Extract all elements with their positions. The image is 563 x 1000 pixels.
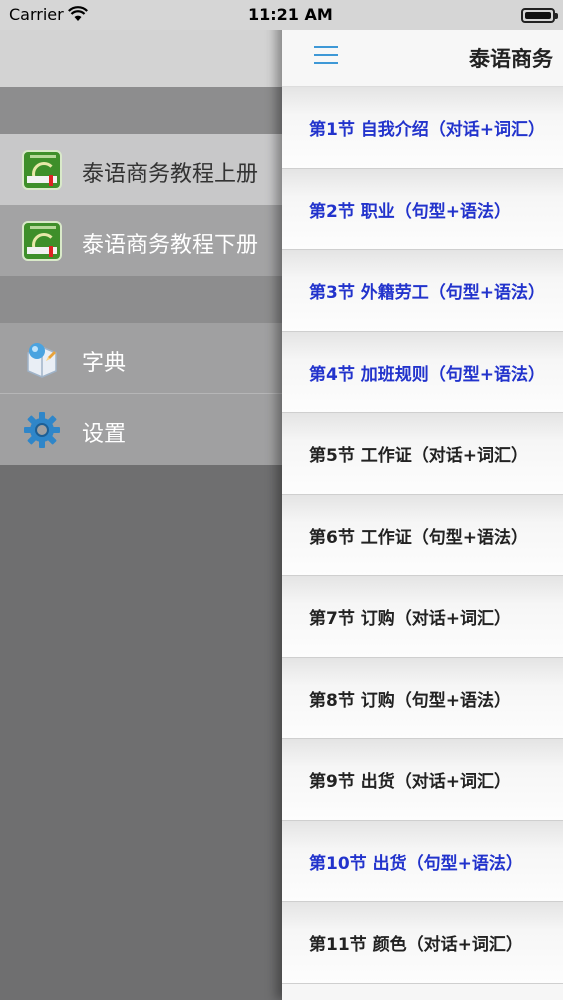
side-item-book-volume-2[interactable]: 泰语商务教程下册 xyxy=(0,205,300,276)
lesson-row[interactable]: 第11节 颜色（对话+词汇） xyxy=(282,902,563,984)
lesson-title: 第4节 加班规则（句型+语法） xyxy=(309,364,545,385)
side-item-settings[interactable]: 设置 xyxy=(0,394,300,465)
lesson-row[interactable]: 第1节 自我介绍（对话+词汇） xyxy=(282,87,563,169)
lesson-row[interactable]: 第4节 加班规则（句型+语法） xyxy=(282,331,563,413)
clock: 11:21 AM xyxy=(248,5,333,24)
nav-bar: 泰语商务 xyxy=(282,30,563,87)
carrier-label: Carrier xyxy=(9,5,64,24)
lesson-title: 第2节 职业（句型+语法） xyxy=(309,201,511,222)
lesson-row[interactable]: 第9节 出货（对话+词汇） xyxy=(282,739,563,821)
lesson-title: 第11节 颜色（对话+词汇） xyxy=(309,935,523,955)
side-menu: 泰语商务教程上册 泰语商务教程下册 字典 设置 xyxy=(0,0,300,1000)
lesson-row[interactable]: 第6节 工作证（句型+语法） xyxy=(282,494,563,576)
lesson-title: 第9节 出货（对话+词汇） xyxy=(309,772,511,792)
dictionary-icon xyxy=(27,343,57,378)
lesson-title: 第3节 外籍劳工（句型+语法） xyxy=(309,283,545,303)
main-panel: 泰语商务 第1节 自我介绍（对话+词汇） 第2节 职业（句型+语法） 第3节 外籍劳… xyxy=(282,0,563,1000)
side-item-label: 泰语商务教程下册 xyxy=(82,233,259,258)
lesson-title: 第1节 自我介绍（对话+词汇） xyxy=(309,120,545,140)
lesson-title: 第7节 订购（对话+词汇） xyxy=(309,609,511,629)
menu-icon[interactable] xyxy=(314,46,338,66)
nav-title: 泰语商务 xyxy=(469,47,553,71)
screen: 泰语商务教程上册 泰语商务教程下册 字典 设置 泰语商务 第1节 自我介绍（对话… xyxy=(0,0,563,1000)
side-menu-spacer xyxy=(0,87,300,134)
side-item-book-volume-1[interactable]: 泰语商务教程上册 xyxy=(0,134,300,205)
lesson-row[interactable]: 第5节 工作证（对话+词汇） xyxy=(282,413,563,495)
lesson-title: 第10节 出货（句型+语法） xyxy=(309,853,523,874)
lesson-row[interactable]: 第10节 出货（句型+语法） xyxy=(282,820,563,902)
side-item-label: 设置 xyxy=(82,422,127,447)
lesson-row[interactable]: 第3节 外籍劳工（句型+语法） xyxy=(282,250,563,332)
book-cover-icon xyxy=(22,221,62,261)
lesson-row[interactable]: 第7节 订购（对话+词汇） xyxy=(282,576,563,658)
lesson-row[interactable]: 第2节 职业（句型+语法） xyxy=(282,168,563,250)
lesson-title: 第8节 订购（句型+语法） xyxy=(309,690,511,711)
side-item-label: 泰语商务教程上册 xyxy=(82,162,259,187)
status-bar: Carrier 11:21 AM xyxy=(0,0,563,30)
book-cover-icon xyxy=(22,150,62,190)
lesson-title: 第5节 工作证（对话+词汇） xyxy=(309,446,528,466)
battery-icon xyxy=(521,8,558,23)
gear-icon xyxy=(24,412,60,448)
lesson-row[interactable]: 第8节 订购（句型+语法） xyxy=(282,657,563,739)
side-menu-spacer xyxy=(0,276,300,323)
side-item-label: 字典 xyxy=(82,351,127,376)
side-item-dictionary[interactable]: 字典 xyxy=(0,323,300,394)
lesson-list: 第1节 自我介绍（对话+词汇） 第2节 职业（句型+语法） 第3节 外籍劳工（句型+… xyxy=(282,87,563,984)
lesson-title: 第6节 工作证（句型+语法） xyxy=(309,527,528,548)
wifi-icon xyxy=(68,6,88,21)
side-menu-header xyxy=(0,30,300,87)
